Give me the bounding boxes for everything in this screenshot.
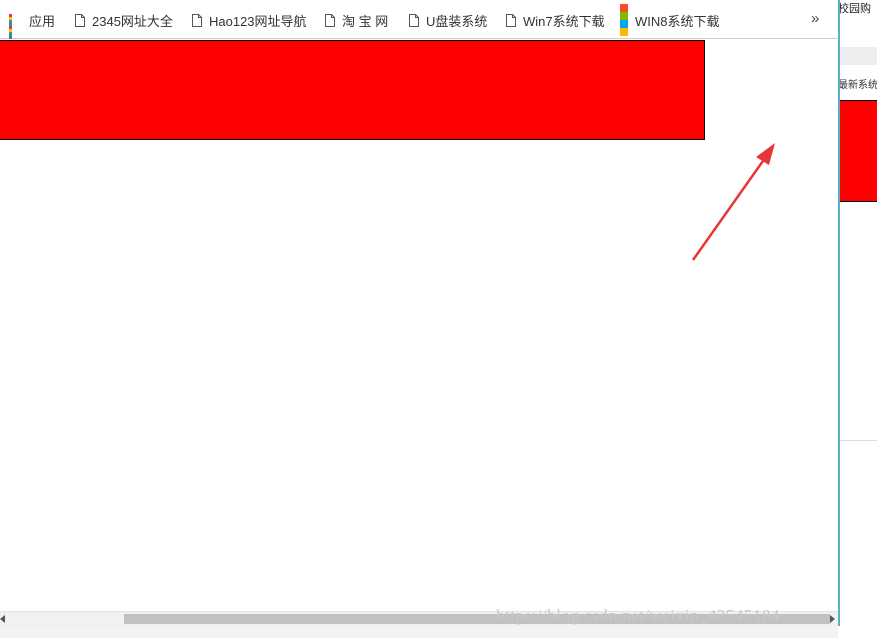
bookmark-win8[interactable]: WIN8系统下载 [620, 4, 720, 36]
bookmarks-overflow-button[interactable]: » [811, 10, 819, 27]
page-icon [409, 13, 419, 27]
watermark: https://blog.csdn.net/weixin_42545184 [496, 606, 780, 625]
red-box [0, 40, 705, 140]
browser-window: 应用 2345网址大全 Hao123网址导航 淘 宝 网 U盘装系统 Win7系… [0, 0, 840, 627]
bookmark-label: 应用 [29, 13, 56, 29]
scroll-right-arrow-icon[interactable] [830, 615, 835, 623]
bookmark-hao123[interactable]: Hao123网址导航 [192, 10, 307, 30]
bookmark-win7[interactable]: Win7系统下载 [506, 10, 605, 30]
bookmark-label: U盘装系统 [426, 13, 488, 29]
page-icon [75, 13, 85, 27]
bookmarks-bar: 应用 2345网址大全 Hao123网址导航 淘 宝 网 U盘装系统 Win7系… [0, 0, 838, 41]
scroll-left-arrow-icon[interactable] [0, 615, 5, 623]
bookmark-label: WIN8系统下载 [635, 13, 720, 29]
page-icon [506, 13, 516, 27]
bookmark-label: Hao123网址导航 [209, 13, 307, 29]
background-window [838, 0, 877, 638]
background-side-text: 最新系统下 [838, 80, 877, 90]
background-top-text: 校园购 [838, 3, 871, 14]
background-divider [838, 440, 877, 441]
background-bottom-strip [0, 626, 838, 638]
bookmark-upan[interactable]: U盘装系统 [409, 10, 487, 30]
bookmark-apps[interactable]: 应用 [9, 10, 56, 41]
bookmark-label: 淘 宝 网 [342, 13, 389, 29]
page-icon [325, 13, 335, 27]
apps-icon [9, 13, 22, 41]
bookmark-2345[interactable]: 2345网址大全 [75, 10, 173, 30]
page-icon [192, 13, 202, 27]
bookmark-label: 2345网址大全 [92, 13, 173, 29]
windows-logo-icon [620, 4, 628, 36]
bookmark-taobao[interactable]: 淘 宝 网 [325, 10, 388, 30]
background-red-box [838, 100, 877, 202]
annotation-arrow-icon [691, 143, 775, 261]
background-gray-bar [838, 47, 877, 65]
page-content [0, 39, 838, 611]
bookmark-label: Win7系统下载 [523, 13, 605, 29]
